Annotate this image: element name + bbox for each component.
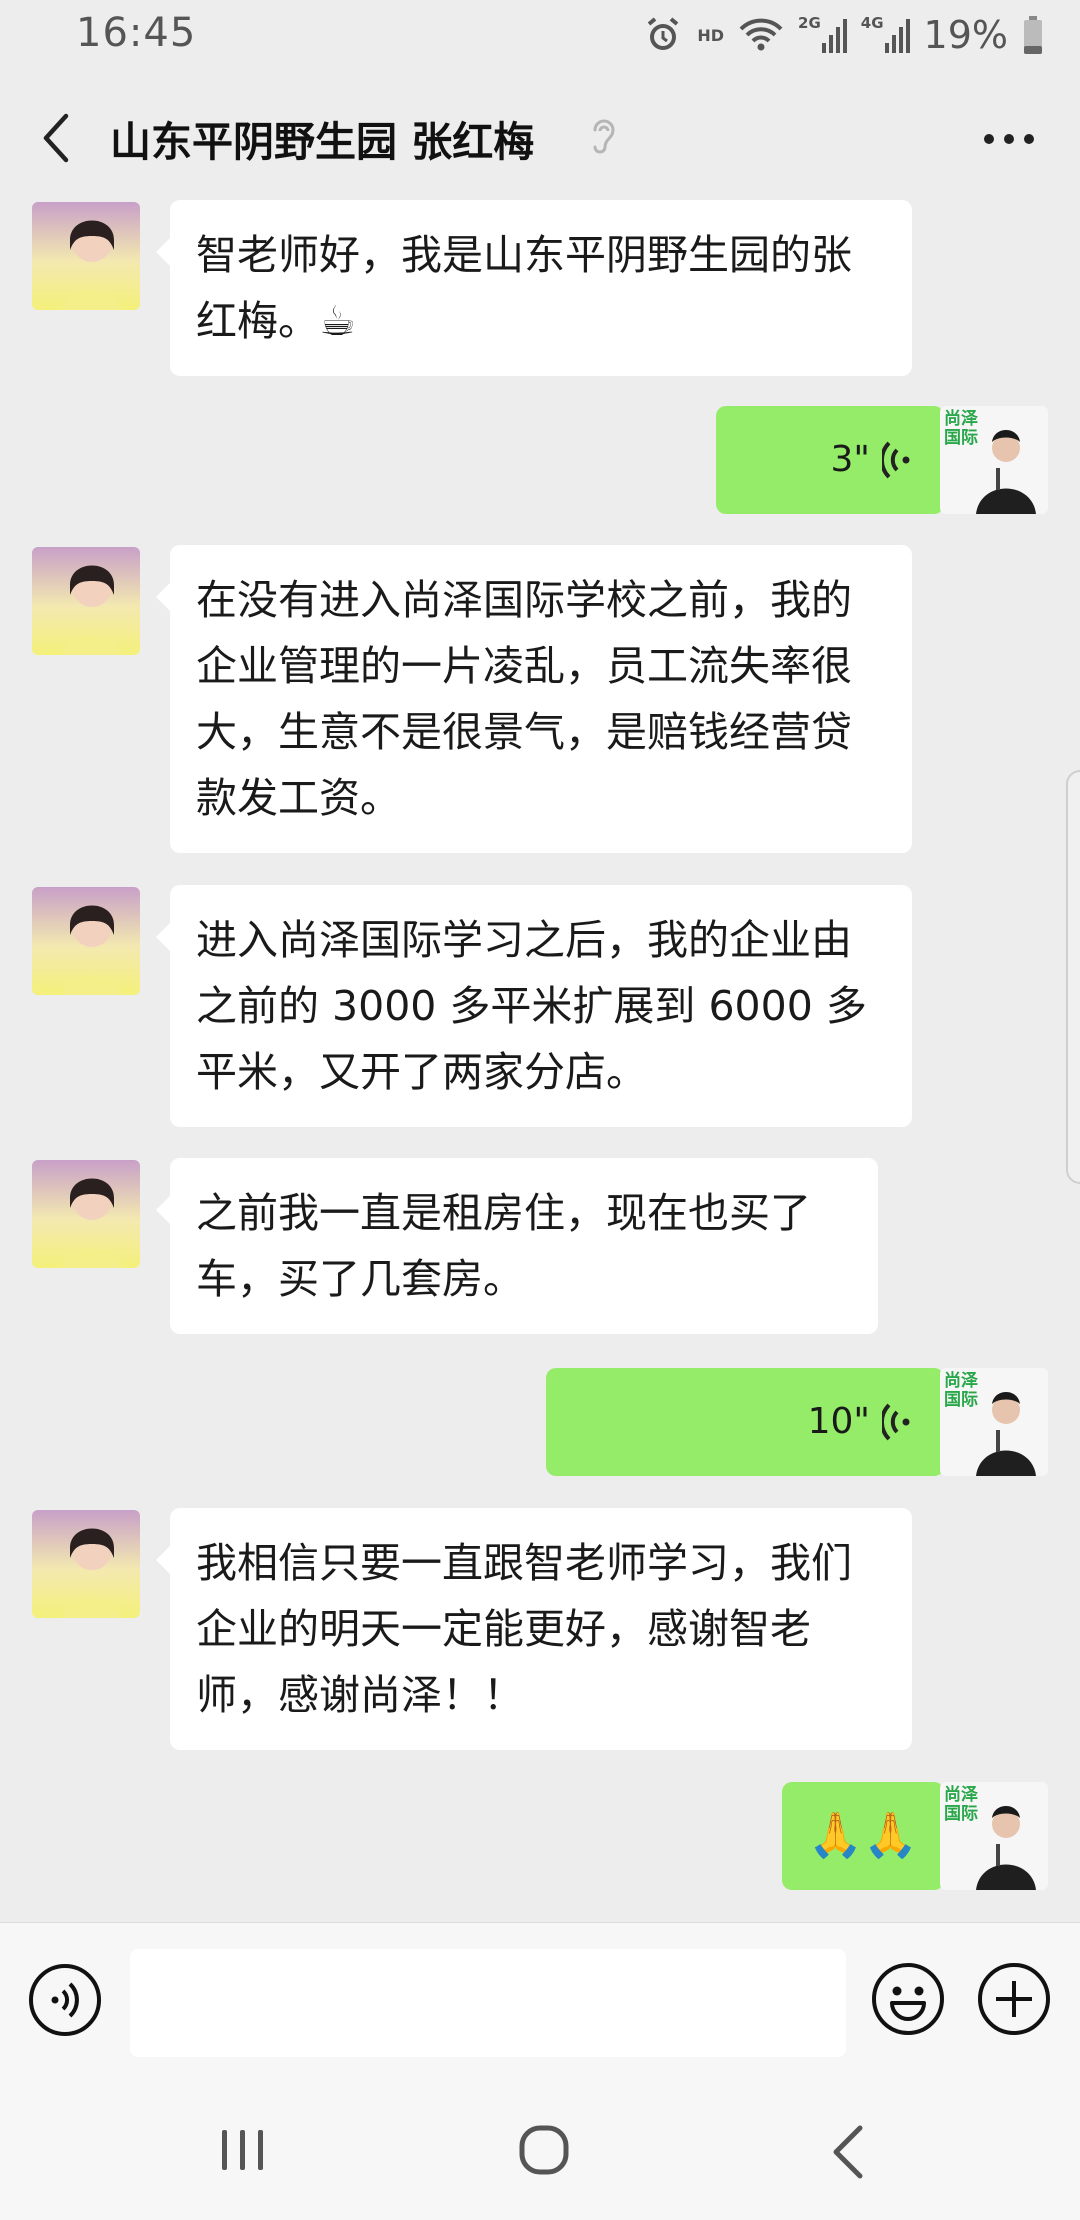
more-options-button[interactable]	[974, 122, 1044, 156]
system-back-button[interactable]	[830, 2124, 866, 2184]
chevron-left-icon	[43, 113, 69, 163]
voice-duration: 10"	[807, 1401, 870, 1442]
message-bubble[interactable]: 进入尚泽国际学习之后，我的企业由之前的 3000 多平米扩展到 6000 多平米…	[156, 885, 912, 1127]
message-bubble[interactable]: 智老师好，我是山东平阴野生园的张红梅。☕	[156, 200, 912, 376]
home-button[interactable]	[518, 2124, 570, 2180]
contact-avatar[interactable]	[32, 1510, 140, 1618]
message-list[interactable]: 智老师好，我是山东平阴野生园的张红梅。☕ 3" 尚泽 国际 在没有进入尚泽国际学…	[0, 200, 1080, 1920]
smiley-icon	[872, 1963, 944, 2035]
recent-apps-button[interactable]	[218, 2126, 268, 2178]
input-bar	[0, 1922, 1080, 2069]
chat-title: 山东平阴野生园 张红梅	[110, 118, 535, 166]
more-functions-button[interactable]	[976, 1961, 1052, 2037]
wifi-icon	[738, 15, 784, 55]
alarm-icon	[643, 15, 683, 55]
hd-label: HD	[697, 25, 725, 45]
more-dots-icon	[984, 134, 1034, 144]
message-emoji: 🙏🙏	[808, 1810, 918, 1861]
contact-avatar[interactable]	[32, 547, 140, 655]
user-avatar[interactable]: 尚泽 国际	[940, 1782, 1048, 1890]
message-bubble[interactable]: 之前我一直是租房住，现在也买了车，买了几套房。	[156, 1158, 878, 1334]
emoji-message-bubble[interactable]: 🙏🙏	[782, 1782, 958, 1890]
system-nav-bar	[0, 2068, 1080, 2220]
voice-wave-icon	[882, 441, 910, 479]
recent-apps-icon	[222, 2130, 263, 2170]
contact-avatar[interactable]	[32, 202, 140, 310]
earpiece-mode-icon	[588, 114, 618, 162]
plus-icon	[978, 1963, 1050, 2035]
message-input[interactable]	[130, 1949, 846, 2057]
signal-2g-icon: 2G	[798, 14, 847, 53]
scroll-indicator[interactable]	[1066, 770, 1080, 1184]
voice-input-icon	[29, 1964, 101, 2036]
back-button[interactable]	[30, 108, 80, 168]
chat-header: 山东平阴野生园 张红梅	[0, 70, 1080, 206]
status-icons: HD 2G 4G 19%	[643, 10, 1044, 60]
back-arrow-icon	[833, 2125, 863, 2179]
voice-duration: 3"	[830, 439, 870, 480]
voice-message-bubble[interactable]: 3"	[716, 406, 958, 514]
battery-percent: 19%	[923, 13, 1008, 57]
voice-wave-icon	[882, 1403, 910, 1441]
contact-avatar[interactable]	[32, 1160, 140, 1268]
emoji-button[interactable]	[870, 1961, 946, 2037]
contact-avatar[interactable]	[32, 887, 140, 995]
battery-icon	[1022, 15, 1044, 55]
message-bubble[interactable]: 在没有进入尚泽国际学校之前，我的企业管理的一片凌乱，员工流失率很大，生意不是很景…	[156, 545, 912, 853]
user-avatar[interactable]: 尚泽 国际	[940, 406, 1048, 514]
status-bar: 16:45 HD 2G 4G 19%	[0, 0, 1080, 70]
clock: 16:45	[76, 10, 197, 56]
voice-message-bubble[interactable]: 10"	[546, 1368, 958, 1476]
home-icon	[519, 2125, 569, 2175]
user-avatar[interactable]: 尚泽 国际	[940, 1368, 1048, 1476]
voice-input-button[interactable]	[28, 1963, 102, 2037]
signal-4g-icon: 4G	[861, 14, 910, 53]
message-bubble[interactable]: 我相信只要一直跟智老师学习，我们企业的明天一定能更好，感谢智老师，感谢尚泽！！	[156, 1508, 912, 1750]
